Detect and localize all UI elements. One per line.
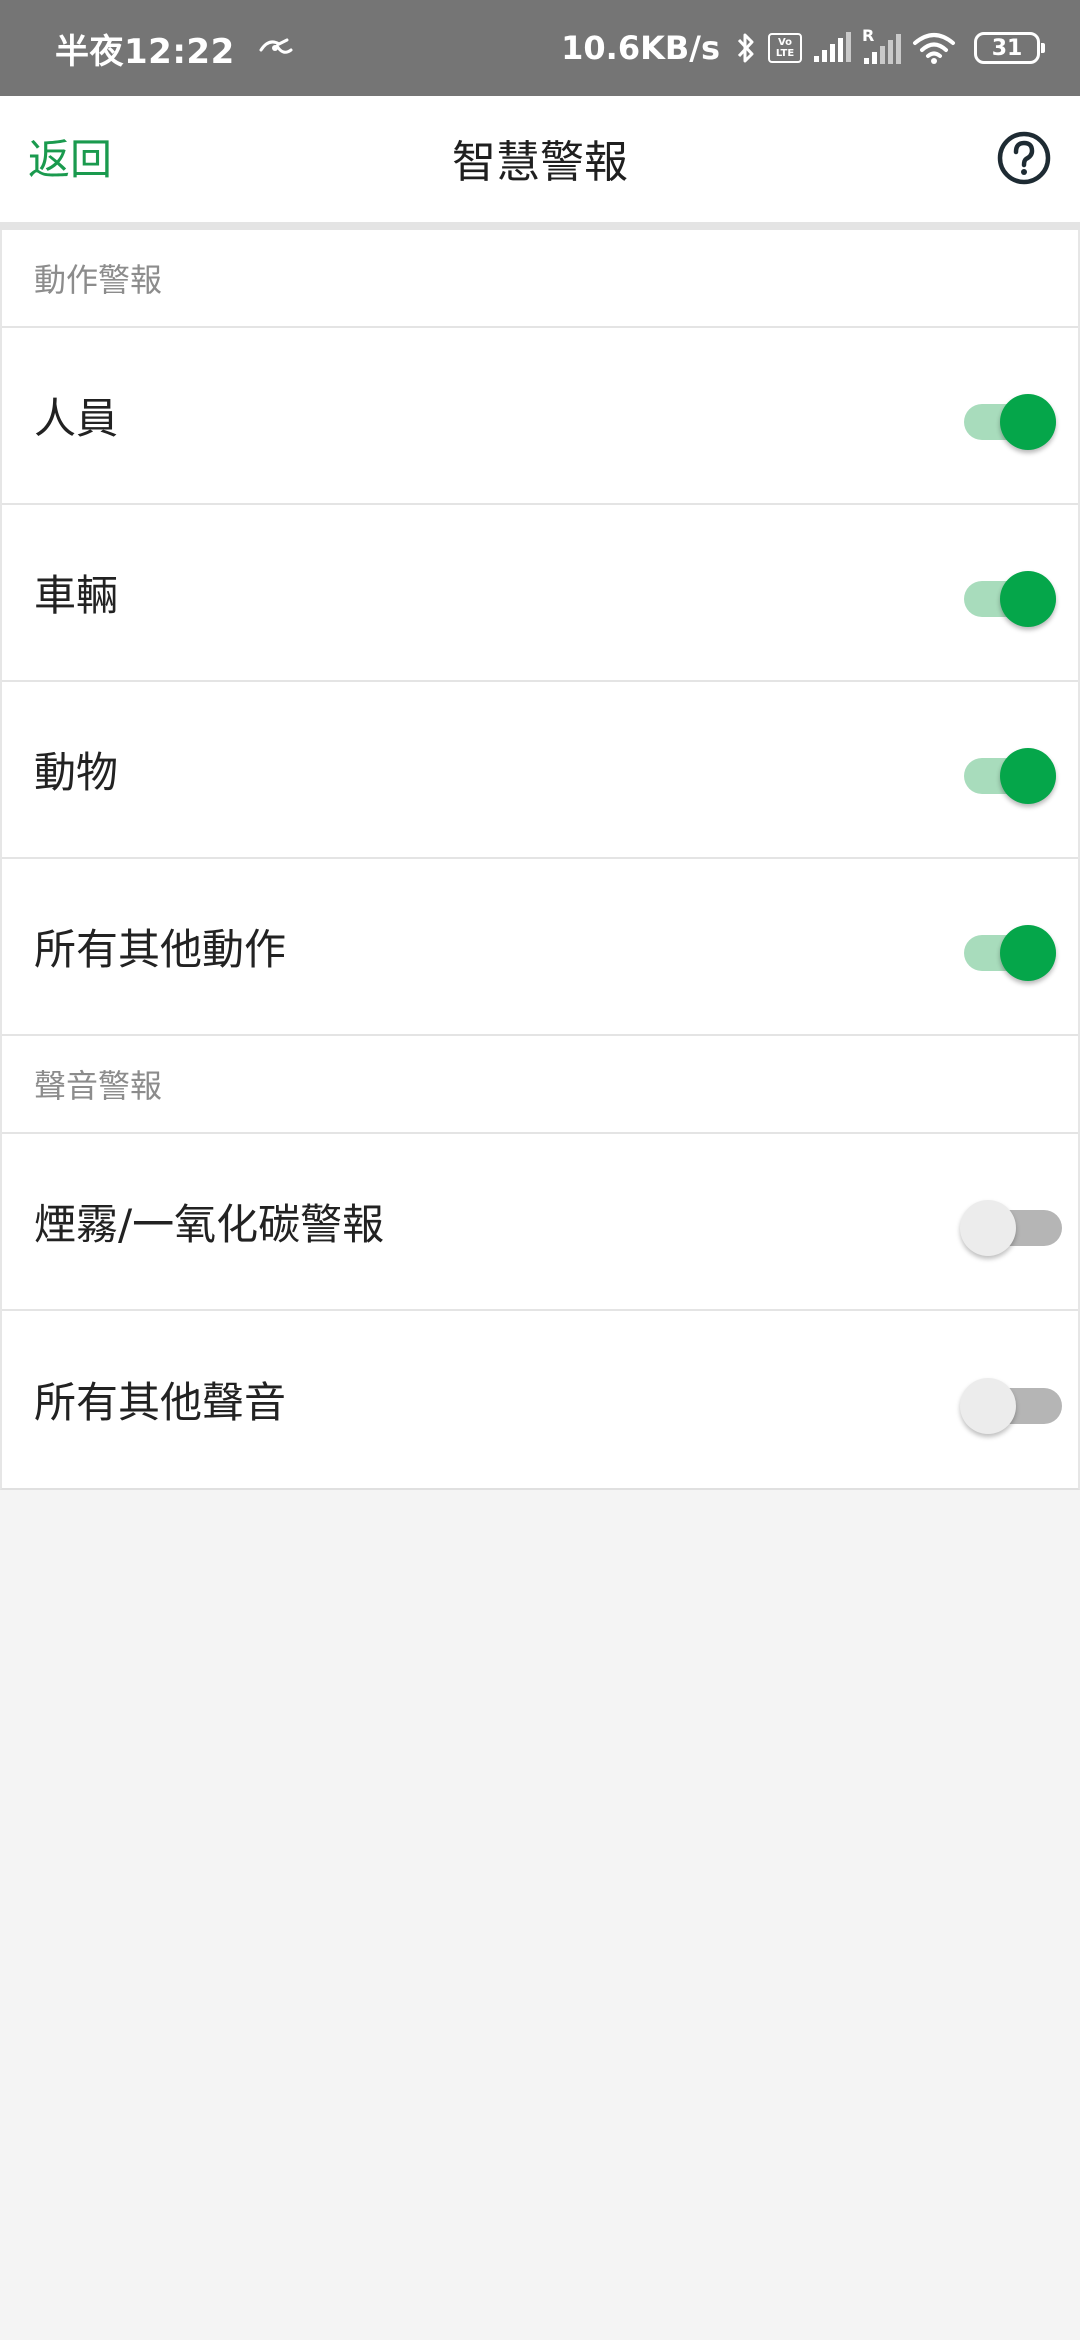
nav-divider — [0, 222, 1080, 230]
status-left: 半夜12:22 — [55, 24, 293, 73]
animal-toggle[interactable] — [964, 740, 1056, 804]
toggle-thumb — [1000, 747, 1056, 804]
battery-level: 31 — [991, 35, 1023, 61]
other-sound-toggle[interactable] — [960, 1370, 1062, 1434]
volte-bottom: LTE — [775, 48, 795, 59]
setting-label: 車輛 — [34, 571, 119, 620]
hotspot-sync-icon — [259, 38, 293, 54]
status-time: 半夜12:22 — [55, 31, 235, 72]
bluetooth-icon — [737, 33, 754, 63]
setting-row-smoke-co[interactable]: 煙霧/一氧化碳警報 — [2, 1134, 1078, 1311]
setting-label: 所有其他動作 — [34, 925, 287, 974]
vehicle-toggle[interactable] — [964, 563, 1056, 627]
setting-row-person[interactable]: 人員 — [2, 328, 1078, 505]
help-icon[interactable] — [996, 130, 1052, 186]
setting-label: 煙霧/一氧化碳警報 — [34, 1200, 385, 1249]
settings-list: 動作警報 人員 車輛 動物 所有其他動作 聲音警報 煙霧/一氧化碳警報 所有其他… — [0, 230, 1080, 1490]
toggle-thumb — [960, 1377, 1016, 1434]
section-header-sound: 聲音警報 — [2, 1036, 1078, 1134]
setting-row-other-motion[interactable]: 所有其他動作 — [2, 859, 1078, 1036]
nav-bar: 返回 智慧警報 — [0, 96, 1080, 222]
setting-label: 動物 — [34, 748, 119, 797]
page-title: 智慧警報 — [452, 137, 628, 188]
volte-top: Vo — [777, 37, 793, 48]
setting-row-other-sound[interactable]: 所有其他聲音 — [2, 1311, 1078, 1488]
toggle-thumb — [1000, 570, 1056, 627]
section-header-motion: 動作警報 — [2, 230, 1078, 328]
other-motion-toggle[interactable] — [964, 917, 1056, 981]
setting-label: 所有其他聲音 — [34, 1378, 287, 1427]
signal-strength-icon — [814, 32, 851, 62]
toggle-thumb — [1000, 393, 1056, 450]
setting-row-vehicle[interactable]: 車輛 — [2, 505, 1078, 682]
status-right: 10.6KB/s Vo LTE R 31 — [561, 26, 1045, 67]
person-toggle[interactable] — [964, 386, 1056, 450]
roaming-signal: R — [862, 26, 902, 66]
smoke-co-toggle[interactable] — [960, 1192, 1062, 1256]
setting-label: 人員 — [34, 394, 119, 443]
battery-icon: 31 — [974, 32, 1045, 64]
status-bar: 半夜12:22 10.6KB/s Vo LTE R 31 — [0, 0, 1080, 96]
volte-icon: Vo LTE — [768, 33, 802, 63]
toggle-thumb — [1000, 924, 1056, 981]
roaming-signal-icon — [864, 34, 901, 64]
network-speed: 10.6KB/s — [561, 29, 720, 67]
setting-row-animal[interactable]: 動物 — [2, 682, 1078, 859]
toggle-thumb — [960, 1199, 1016, 1256]
wifi-icon — [913, 33, 955, 64]
